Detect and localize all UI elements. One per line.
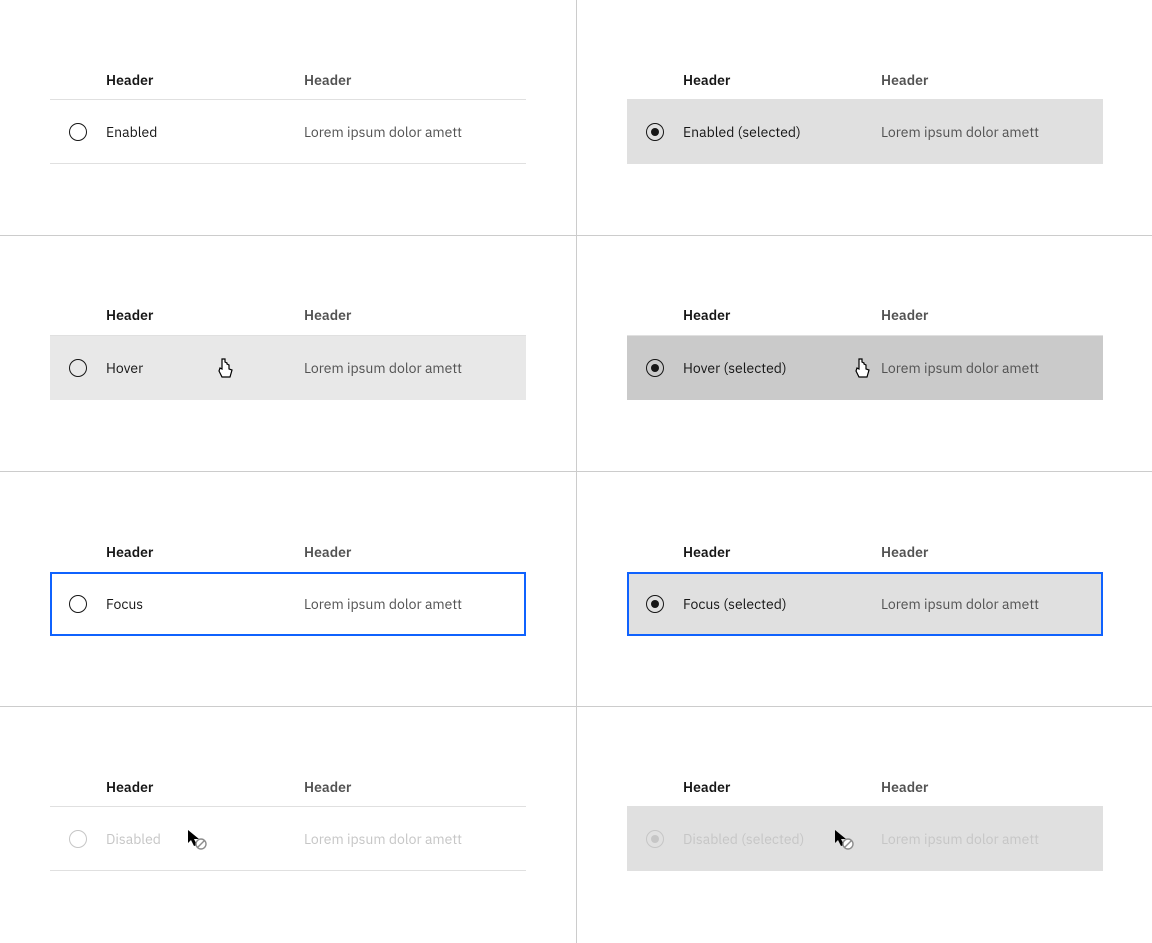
table-header-row: Header Header [627, 767, 1103, 807]
column-header-1: Header [683, 778, 881, 796]
table: Header Header Hover Lorem ipsum dolor am… [50, 296, 526, 400]
column-header-1: Header [106, 543, 304, 561]
table-row[interactable]: Enabled (selected) Lorem ipsum dolor ame… [627, 100, 1103, 164]
cell-enabled-selected: Header Header Enabled (selected) Lorem i… [577, 0, 1152, 236]
table-header-row: Header Header [627, 60, 1103, 100]
cell-disabled-selected: Header Header Disabled (selected) Lorem [577, 707, 1152, 943]
cell-focus-unselected: Header Header Focus Lorem ipsum dolor am… [0, 472, 577, 708]
column-header-2: Header [881, 543, 1103, 561]
column-header-1: Header [683, 71, 881, 89]
radio-icon[interactable] [69, 595, 87, 613]
table-row[interactable]: Hover Lorem ipsum dolor amett [50, 336, 526, 400]
state-label: Enabled (selected) [683, 123, 801, 141]
row-body-text: Lorem ipsum dolor amett [304, 359, 462, 377]
row-body-text: Lorem ipsum dolor amett [881, 830, 1039, 848]
column-header-2: Header [304, 778, 526, 796]
table-header-row: Header Header [50, 767, 526, 807]
state-label: Hover [106, 359, 143, 377]
row-body-text: Lorem ipsum dolor amett [881, 123, 1039, 141]
table: Header Header Focus (selected) Lorem ips… [627, 532, 1103, 636]
radio-icon[interactable] [69, 123, 87, 141]
state-matrix: Header Header Enabled Lorem ipsum dolor … [0, 0, 1152, 943]
row-body-text: Lorem ipsum dolor amett [304, 595, 462, 613]
table-row[interactable]: Hover (selected) Lorem ipsum dolor amett [627, 336, 1103, 400]
radio-icon[interactable] [646, 123, 664, 141]
cell-hover-unselected: Header Header Hover Lorem ipsum dolor am… [0, 236, 577, 472]
column-header-2: Header [304, 543, 526, 561]
table: Header Header Hover (selected) Lorem ips… [627, 296, 1103, 400]
row-body-text: Lorem ipsum dolor amett [304, 123, 462, 141]
column-header-2: Header [881, 306, 1103, 324]
column-header-1: Header [683, 543, 881, 561]
table-header-row: Header Header [50, 60, 526, 100]
state-label: Hover (selected) [683, 359, 787, 377]
table-header-row: Header Header [50, 296, 526, 336]
state-label: Focus [106, 595, 143, 613]
row-body-text: Lorem ipsum dolor amett [304, 830, 462, 848]
not-allowed-cursor-icon [186, 828, 208, 850]
state-label: Focus (selected) [683, 595, 787, 613]
table: Header Header Disabled (selected) Lorem [627, 767, 1103, 871]
column-header-1: Header [106, 778, 304, 796]
table: Header Header Disabled Lorem ipsum dolor [50, 767, 526, 871]
column-header-2: Header [881, 71, 1103, 89]
table-row[interactable]: Focus (selected) Lorem ipsum dolor amett [627, 572, 1103, 636]
radio-icon [69, 830, 87, 848]
pointer-cursor-icon [853, 357, 871, 379]
radio-icon [646, 830, 664, 848]
state-label: Disabled (selected) [683, 830, 804, 848]
not-allowed-cursor-icon [833, 828, 855, 850]
table-row[interactable]: Enabled Lorem ipsum dolor amett [50, 100, 526, 164]
cell-hover-selected: Header Header Hover (selected) Lorem ips… [577, 236, 1152, 472]
column-header-2: Header [304, 71, 526, 89]
cell-focus-selected: Header Header Focus (selected) Lorem ips… [577, 472, 1152, 708]
radio-icon[interactable] [69, 359, 87, 377]
table: Header Header Enabled Lorem ipsum dolor … [50, 60, 526, 164]
table-header-row: Header Header [50, 532, 526, 572]
table: Header Header Enabled (selected) Lorem i… [627, 60, 1103, 164]
column-header-1: Header [106, 71, 304, 89]
column-header-1: Header [106, 306, 304, 324]
radio-icon[interactable] [646, 595, 664, 613]
pointer-cursor-icon [216, 357, 234, 379]
column-header-2: Header [881, 778, 1103, 796]
row-body-text: Lorem ipsum dolor amett [881, 359, 1039, 377]
table-row: Disabled Lorem ipsum dolor amett [50, 807, 526, 871]
state-label: Disabled [106, 830, 161, 848]
table: Header Header Focus Lorem ipsum dolor am… [50, 532, 526, 636]
radio-icon[interactable] [646, 359, 664, 377]
table-header-row: Header Header [627, 532, 1103, 572]
column-header-2: Header [304, 306, 526, 324]
column-header-1: Header [683, 306, 881, 324]
cell-disabled-unselected: Header Header Disabled Lorem ipsum dolor [0, 707, 577, 943]
table-row: Disabled (selected) Lorem ipsum dolor am… [627, 807, 1103, 871]
state-label: Enabled [106, 123, 157, 141]
cell-enabled-unselected: Header Header Enabled Lorem ipsum dolor … [0, 0, 577, 236]
table-header-row: Header Header [627, 296, 1103, 336]
row-body-text: Lorem ipsum dolor amett [881, 595, 1039, 613]
table-row[interactable]: Focus Lorem ipsum dolor amett [50, 572, 526, 636]
